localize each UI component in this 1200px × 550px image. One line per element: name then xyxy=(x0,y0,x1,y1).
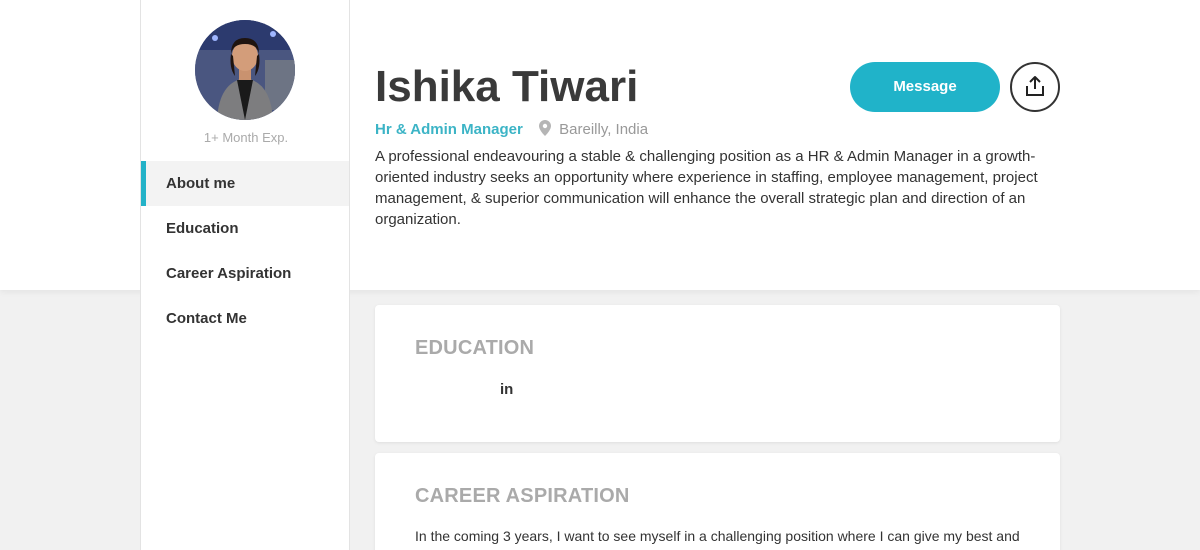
nav-item-career-aspiration[interactable]: Career Aspiration xyxy=(141,251,349,296)
profile-name: Ishika Tiwari xyxy=(375,62,639,111)
career-aspiration-heading: CAREER ASPIRATION xyxy=(415,485,630,507)
career-aspiration-card: CAREER ASPIRATION In the coming 3 years,… xyxy=(375,453,1060,550)
profile-bio: A professional endeavouring a stable & c… xyxy=(375,148,1038,228)
share-upload-icon xyxy=(1025,75,1045,100)
nav-item-education[interactable]: Education xyxy=(141,206,349,251)
education-card: EDUCATION in xyxy=(375,305,1060,442)
career-aspiration-text: In the coming 3 years, I want to see mys… xyxy=(415,528,1020,550)
profile-nav: About me Education Career Aspiration Con… xyxy=(141,161,349,341)
avatar xyxy=(195,20,295,120)
experience-label: 1+ Month Exp. xyxy=(203,130,289,145)
education-entry: in xyxy=(500,381,514,398)
share-button[interactable] xyxy=(1010,62,1060,112)
message-button[interactable]: Message xyxy=(850,62,1000,112)
nav-item-about-me[interactable]: About me xyxy=(141,161,349,206)
profile-sidebar: 1+ Month Exp. About me Education Career … xyxy=(140,0,350,550)
profile-title-row: Hr & Admin Manager Bareilly, India xyxy=(375,120,648,140)
nav-item-contact-me[interactable]: Contact Me xyxy=(141,296,349,341)
profile-location: Bareilly, India xyxy=(559,121,649,138)
avatar-photo xyxy=(195,20,295,120)
education-heading: EDUCATION xyxy=(415,337,535,359)
map-pin-icon xyxy=(538,120,551,140)
profile-role: Hr & Admin Manager xyxy=(375,121,523,138)
